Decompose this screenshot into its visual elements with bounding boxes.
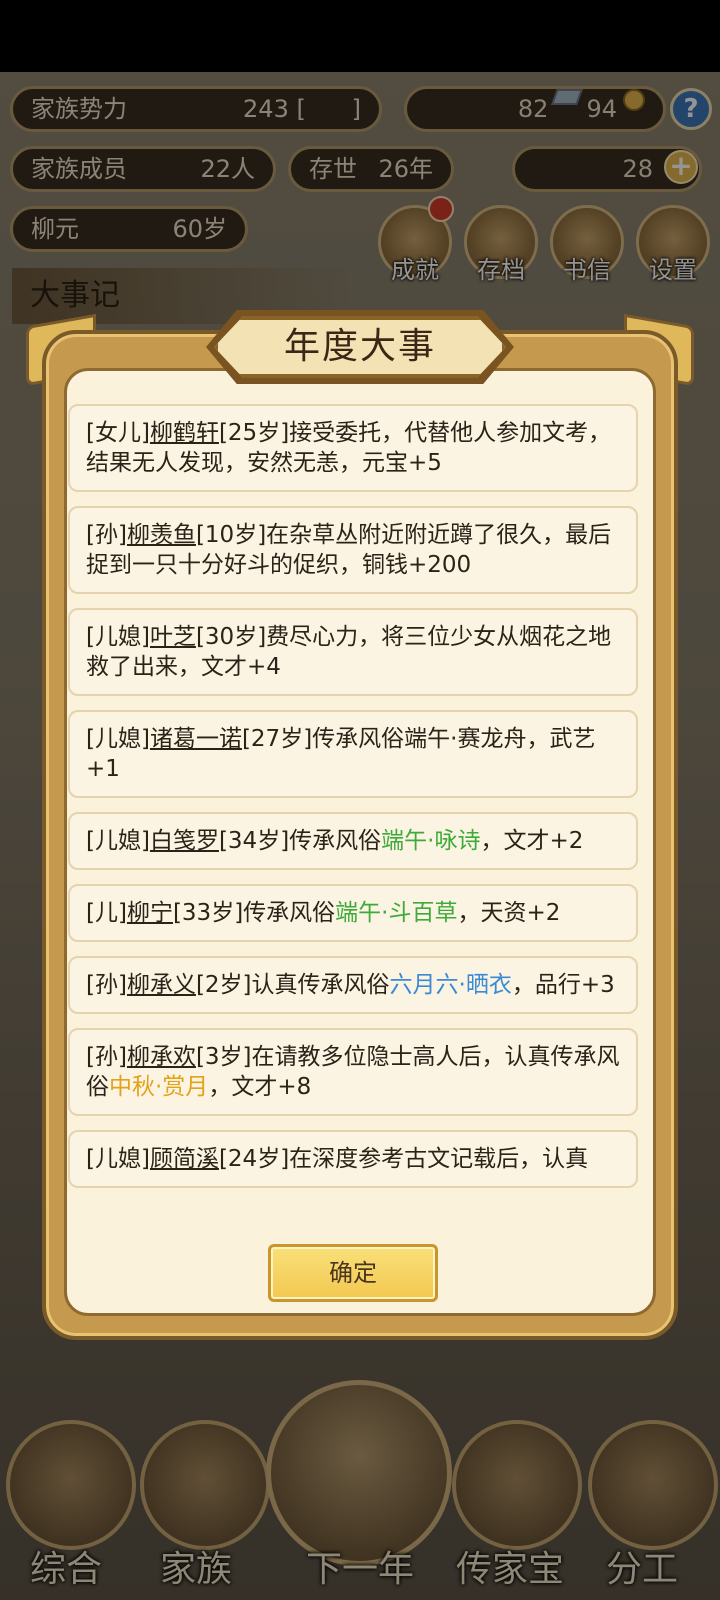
event-age: [33岁] bbox=[172, 900, 244, 926]
event-age: [10岁] bbox=[195, 522, 267, 548]
event-age: [27岁] bbox=[241, 726, 313, 752]
event-person-link[interactable]: 柳羡鱼 bbox=[127, 522, 196, 548]
event-card: [儿媳]叶芝[30岁]费尽心力，将三位少女从烟花之地救了出来，文才+4 bbox=[68, 608, 638, 696]
event-result: ，天资+2 bbox=[457, 900, 561, 926]
event-person-link[interactable]: 柳鹤轩 bbox=[150, 420, 219, 446]
event-age: [34岁] bbox=[218, 828, 290, 854]
event-relation: [孙] bbox=[86, 1044, 127, 1070]
events-list[interactable]: [女儿]柳鹤轩[25岁]接受委托，代替他人参加文考，结果无人发现，安然无恙，元宝… bbox=[68, 404, 640, 1192]
event-relation: [儿] bbox=[86, 900, 127, 926]
event-age: [30岁] bbox=[195, 624, 267, 650]
event-age: [2岁] bbox=[195, 972, 252, 998]
event-relation: [孙] bbox=[86, 972, 127, 998]
event-card: [儿媳]顾简溪[24岁]在深度参考古文记载后，认真 bbox=[68, 1130, 638, 1188]
event-result: ，文才+2 bbox=[480, 828, 584, 854]
event-relation: [儿媳] bbox=[86, 1146, 150, 1172]
event-relation: [孙] bbox=[86, 522, 127, 548]
status-bar bbox=[0, 0, 720, 72]
event-relation: [儿媳] bbox=[86, 624, 150, 650]
event-person-link[interactable]: 白笺罗 bbox=[150, 828, 219, 854]
event-card: [孙]柳承义[2岁]认真传承风俗六月六·晒衣，品行+3 bbox=[68, 956, 638, 1014]
event-custom-highlight: 中秋·赏月 bbox=[109, 1074, 209, 1100]
event-relation: [儿媳] bbox=[86, 726, 150, 752]
event-text: 在深度参考古文记载后，认真 bbox=[289, 1146, 589, 1172]
event-custom-highlight: 六月六·晒衣 bbox=[389, 972, 512, 998]
event-age: [25岁] bbox=[218, 420, 290, 446]
event-card: [女儿]柳鹤轩[25岁]接受委托，代替他人参加文考，结果无人发现，安然无恙，元宝… bbox=[68, 404, 638, 492]
event-custom-highlight: 端午·咏诗 bbox=[381, 828, 481, 854]
event-card: [孙]柳承欢[3岁]在请教多位隐士高人后，认真传承风俗中秋·赏月，文才+8 bbox=[68, 1028, 638, 1116]
event-text: 认真传承风俗 bbox=[251, 972, 390, 998]
event-card: [孙]柳羡鱼[10岁]在杂草丛附近附近蹲了很久，最后捉到一只十分好斗的促织，铜钱… bbox=[68, 506, 638, 594]
event-text: 传承风俗 bbox=[289, 828, 382, 854]
event-result: ，文才+8 bbox=[208, 1074, 312, 1100]
dialog-title: 年度大事 bbox=[283, 326, 436, 367]
event-card: [儿媳]白笺罗[34岁]传承风俗端午·咏诗，文才+2 bbox=[68, 812, 638, 870]
event-relation: [女儿] bbox=[86, 420, 150, 446]
event-card: [儿媳]诸葛一诺[27岁]传承风俗端午·赛龙舟，武艺+1 bbox=[68, 710, 638, 798]
event-age: [3岁] bbox=[195, 1044, 252, 1070]
event-custom-highlight: 端午·斗百草 bbox=[335, 900, 458, 926]
event-person-link[interactable]: 叶芝 bbox=[150, 624, 196, 650]
event-person-link[interactable]: 柳承欢 bbox=[127, 1044, 196, 1070]
event-person-link[interactable]: 诸葛一诺 bbox=[150, 726, 242, 752]
event-relation: [儿媳] bbox=[86, 828, 150, 854]
event-person-link[interactable]: 柳宁 bbox=[127, 900, 173, 926]
event-card: [儿]柳宁[33岁]传承风俗端午·斗百草，天资+2 bbox=[68, 884, 638, 942]
event-age: [24岁] bbox=[218, 1146, 290, 1172]
event-person-link[interactable]: 顾简溪 bbox=[150, 1146, 219, 1172]
event-person-link[interactable]: 柳承义 bbox=[127, 972, 196, 998]
event-text: 传承风俗 bbox=[243, 900, 336, 926]
event-result: ，品行+3 bbox=[511, 972, 615, 998]
confirm-button[interactable]: 确定 bbox=[268, 1244, 438, 1302]
